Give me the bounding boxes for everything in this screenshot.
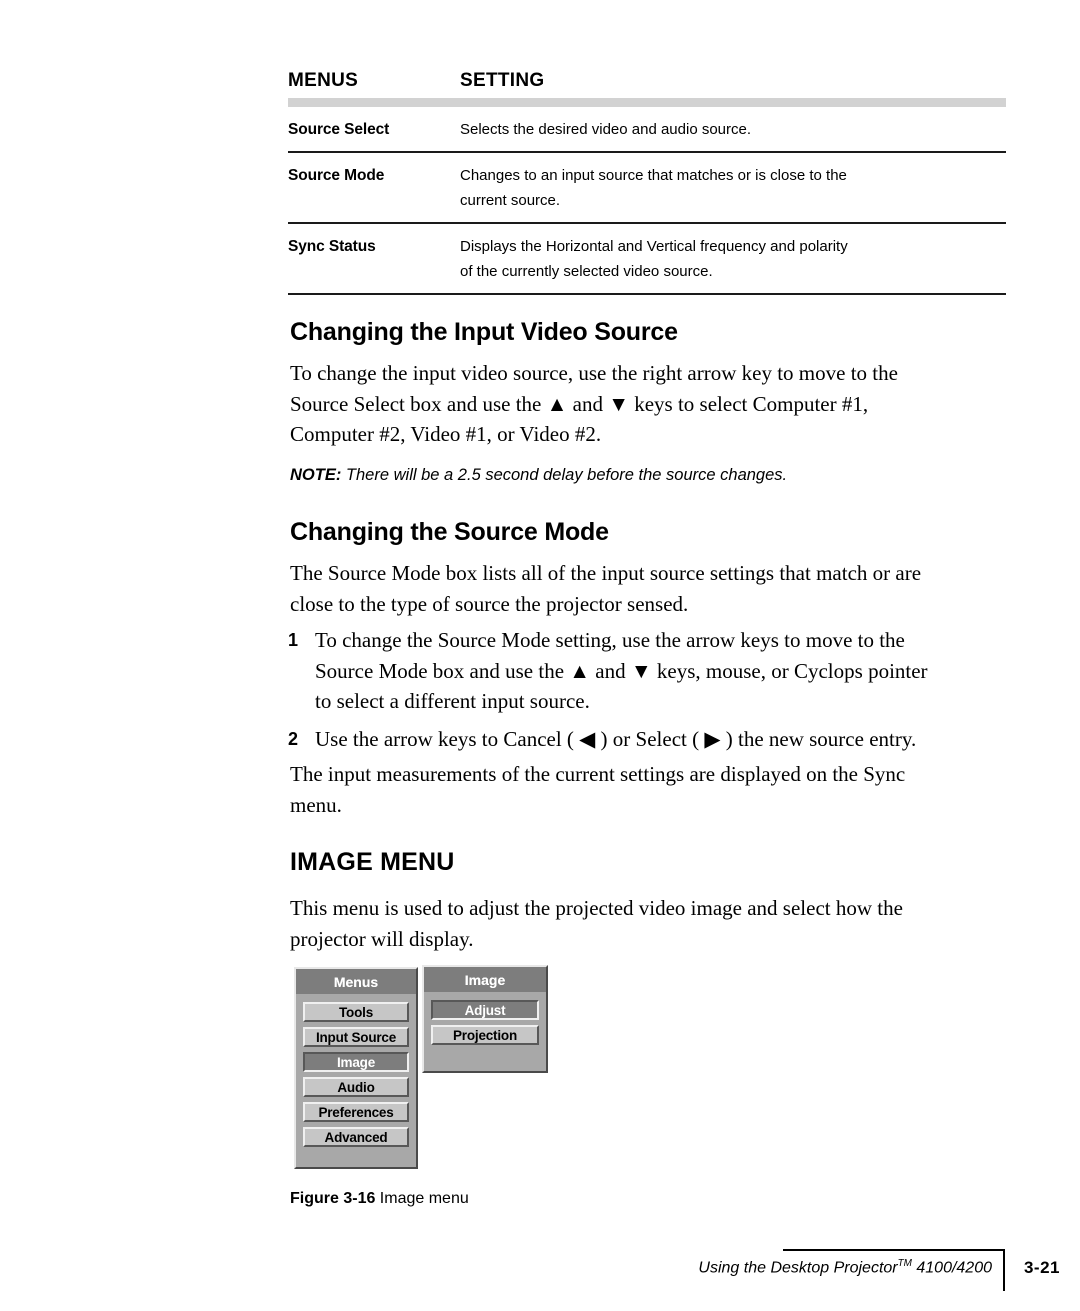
table-cell-menu: Sync Status — [288, 238, 376, 255]
list-item-line: Use the arrow keys to Cancel ( ◀ ) or Se… — [315, 727, 917, 751]
footer-rule-horizontal — [783, 1249, 1005, 1251]
table-cell-setting-line: current source. — [460, 192, 561, 209]
list-item-text: To change the Source Mode setting, use t… — [315, 625, 928, 717]
table-row: Sync Status Displays the Horizontal and … — [288, 224, 1006, 295]
paragraph-sync-menu-note: The input measurements of the current se… — [290, 759, 1002, 820]
table-header-gray-bar — [288, 98, 1006, 107]
list-item-line: To change the Source Mode setting, use t… — [315, 628, 905, 652]
paragraph-line: This menu is used to adjust the projecte… — [290, 896, 903, 920]
menu-item-tools[interactable]: Tools — [303, 1002, 409, 1022]
trademark-icon: TM — [897, 1258, 912, 1269]
menu-item-advanced[interactable]: Advanced — [303, 1127, 409, 1147]
paragraph-line: close to the type of source the projecto… — [290, 591, 689, 616]
page-number: 3-21 — [1023, 1258, 1060, 1277]
table-row: Source Mode Changes to an input source t… — [288, 153, 1006, 224]
menus-panel-body: Tools Input Source Image Audio Preferenc… — [296, 994, 416, 1154]
figure-caption-label: Figure 3-16 — [290, 1190, 376, 1207]
image-panel-body: Adjust Projection — [424, 992, 546, 1052]
table-row: Source Select Selects the desired video … — [288, 107, 1006, 153]
list-item-line: to select a different input source. — [315, 689, 590, 713]
list-item: 2 Use the arrow keys to Cancel ( ◀ ) or … — [288, 724, 1004, 755]
heading-changing-input-video-source: Changing the Input Video Source — [290, 318, 678, 346]
paragraph-line: To change the input video source, use th… — [290, 361, 898, 385]
paragraph-line: Source Select box and use the ▲ and ▼ ke… — [290, 391, 869, 416]
paragraph-source-mode: The Source Mode box lists all of the inp… — [290, 558, 1002, 619]
paragraph-line: projector will display. — [290, 926, 474, 951]
menu-item-audio[interactable]: Audio — [303, 1077, 409, 1097]
table-cell-menu: Source Select — [288, 121, 390, 138]
footer-title-after: 4100/4200 — [911, 1259, 992, 1277]
menus-panel-title: Menus — [296, 969, 416, 994]
footer-title-before: Using the Desktop Projector — [698, 1259, 898, 1277]
table-header-row: MENUS SETTING — [288, 70, 1006, 98]
menu-item-projection[interactable]: Projection — [431, 1025, 539, 1045]
image-panel-title: Image — [424, 967, 546, 992]
table-cell-setting-line: of the currently selected video source. — [460, 263, 713, 280]
table-header-menus: MENUS — [288, 70, 359, 91]
table-cell-setting-line: Displays the Horizontal and Vertical fre… — [460, 238, 848, 255]
document-page: MENUS SETTING Source Select Selects the … — [0, 0, 1080, 1311]
footer-rule-vertical — [1003, 1249, 1005, 1291]
list-item-number: 2 — [288, 729, 299, 749]
table-header-setting: SETTING — [460, 70, 545, 91]
paragraph-line: The Source Mode box lists all of the inp… — [290, 561, 922, 585]
paragraph-line: menu. — [290, 792, 342, 817]
menu-item-image[interactable]: Image — [303, 1052, 409, 1072]
table-cell-menu: Source Mode — [288, 167, 385, 184]
list-item: 1 To change the Source Mode setting, use… — [288, 625, 1004, 717]
heading-image-menu: IMAGE MENU — [290, 848, 455, 876]
paragraph-line: Computer #2, Video #1, or Video #2. — [290, 422, 602, 446]
table-cell-setting: Changes to an input source that matches … — [460, 163, 1006, 213]
table-cell-setting: Displays the Horizontal and Vertical fre… — [460, 234, 1006, 284]
paragraph-line: The input measurements of the current se… — [290, 762, 906, 786]
list-item-number: 1 — [288, 630, 299, 650]
menu-item-input-source[interactable]: Input Source — [303, 1027, 409, 1047]
table-cell-setting-line: Changes to an input source that matches … — [460, 167, 847, 184]
note-label: NOTE: — [290, 466, 342, 484]
figure-caption-text: Image menu — [375, 1190, 469, 1207]
paragraph-input-video-source: To change the input video source, use th… — [290, 358, 1002, 450]
paragraph-image-menu: This menu is used to adjust the projecte… — [290, 893, 1002, 954]
note-source-delay: NOTE: There will be a 2.5 second delay b… — [290, 463, 1010, 487]
menus-panel: Menus Tools Input Source Image Audio Pre… — [294, 967, 418, 1169]
footer-title: Using the Desktop ProjectorTM 4100/4200 — [698, 1258, 992, 1277]
note-text: There will be a 2.5 second delay before … — [341, 466, 788, 484]
menus-settings-table: MENUS SETTING Source Select Selects the … — [288, 70, 1006, 295]
table-cell-setting-line: Selects the desired video and audio sour… — [460, 121, 752, 138]
image-submenu-panel: Image Adjust Projection — [422, 965, 548, 1073]
list-item-text: Use the arrow keys to Cancel ( ◀ ) or Se… — [315, 724, 916, 755]
image-menu-figure: Menus Tools Input Source Image Audio Pre… — [294, 965, 554, 1170]
table-cell-setting: Selects the desired video and audio sour… — [460, 117, 1006, 142]
menu-item-preferences[interactable]: Preferences — [303, 1102, 409, 1122]
list-item-line: Source Mode box and use the ▲ and ▼ keys… — [315, 658, 928, 683]
figure-caption: Figure 3-16 Image menu — [290, 1190, 469, 1208]
menu-item-adjust[interactable]: Adjust — [431, 1000, 539, 1020]
heading-changing-source-mode: Changing the Source Mode — [290, 518, 609, 546]
